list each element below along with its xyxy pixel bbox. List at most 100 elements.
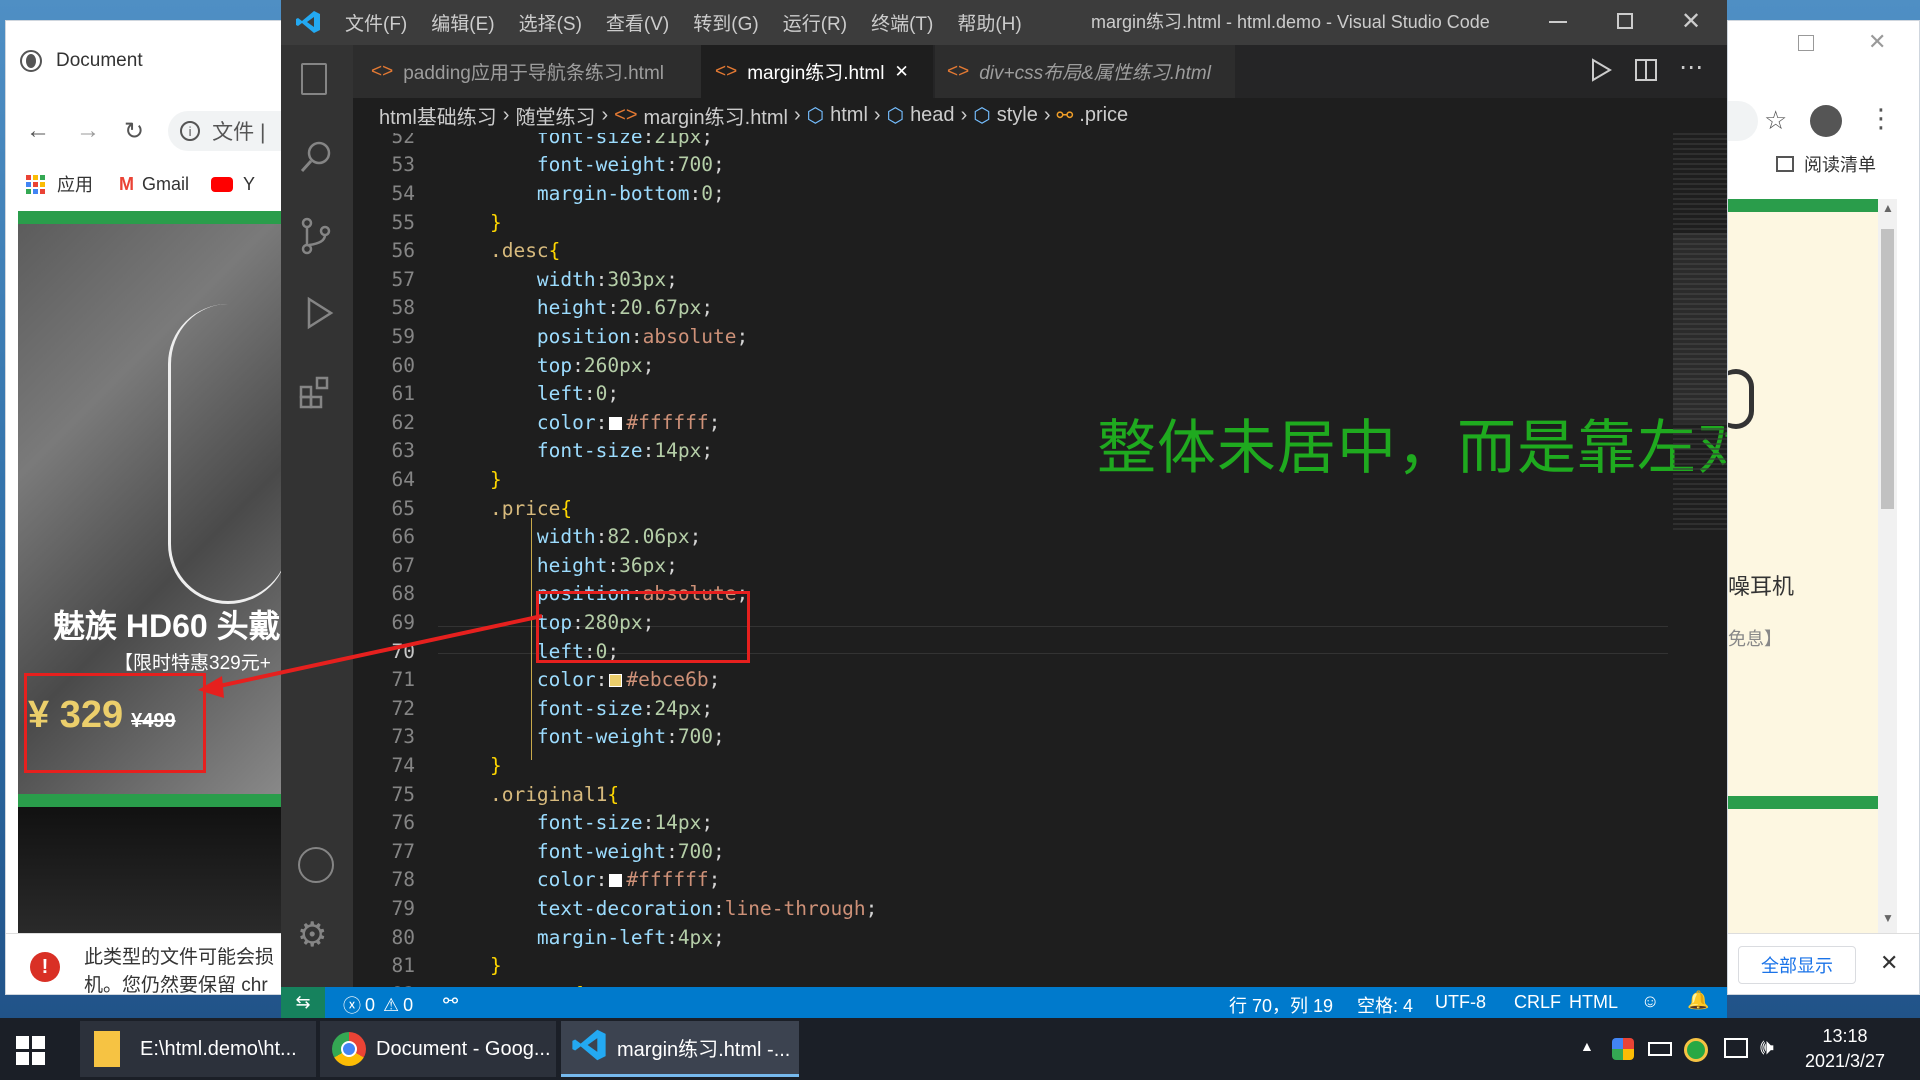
code-line[interactable]: 82 .......{: [353, 980, 1653, 987]
code-line[interactable]: 72 font-size:24px;: [353, 694, 1653, 723]
address-bar[interactable]: i 文件 |: [168, 111, 281, 151]
code-line[interactable]: 66 width:82.06px;: [353, 522, 1653, 551]
explorer-icon[interactable]: [301, 63, 327, 95]
live-share-icon[interactable]: ⚯: [443, 991, 458, 1012]
back-icon[interactable]: ←: [26, 117, 50, 145]
breadcrumb-head[interactable]: head: [910, 104, 955, 127]
tray-chevron-up-icon[interactable]: ▲: [1580, 1038, 1594, 1054]
minimize-icon[interactable]: [1549, 21, 1567, 23]
minimap-slider[interactable]: [1673, 233, 1727, 423]
volume-icon[interactable]: 🕪: [1760, 1034, 1774, 1060]
star-icon[interactable]: ☆: [1764, 105, 1787, 136]
close-window-icon[interactable]: ✕: [1868, 29, 1886, 55]
code-line[interactable]: 71 color: #ebce6b;: [353, 665, 1653, 694]
indentation[interactable]: 空格: 4: [1357, 992, 1413, 1018]
code-line[interactable]: 58 height:20.67px;: [353, 294, 1653, 323]
code-line[interactable]: 80 margin-left:4px;: [353, 923, 1653, 952]
tab-margin-file[interactable]: <> margin练习.html ✕: [701, 45, 933, 98]
code-line[interactable]: 59 position:absolute;: [353, 322, 1653, 351]
profile-icon[interactable]: [1810, 105, 1842, 137]
split-editor-icon[interactable]: [1635, 59, 1657, 81]
scroll-down-icon[interactable]: ▼: [1882, 911, 1894, 925]
maximize-icon[interactable]: [1617, 13, 1633, 29]
tab-padding-file[interactable]: <> padding应用于导航条练习.html: [353, 45, 701, 98]
menu-file[interactable]: 文件(F): [345, 9, 407, 36]
menu-run[interactable]: 运行(R): [783, 9, 847, 36]
code-line[interactable]: 60 top:260px;: [353, 351, 1653, 380]
search-icon[interactable]: [299, 140, 333, 179]
code-line[interactable]: 74 }: [353, 751, 1653, 780]
scrollbar-thumb[interactable]: [1881, 229, 1894, 509]
tab-div-css-file[interactable]: <> div+css布局&属性练习.html: [935, 45, 1235, 98]
problems-indicator[interactable]: ⓧ 0 ⚠ 0: [343, 992, 413, 1018]
settings-gear-icon[interactable]: ⚙: [297, 915, 327, 955]
run-icon[interactable]: [1589, 57, 1613, 88]
bookmark-apps[interactable]: 应用: [57, 171, 93, 197]
breadcrumb-file[interactable]: margin练习.html: [644, 101, 788, 130]
source-control-icon[interactable]: [299, 217, 333, 260]
taskbar-chrome[interactable]: Document - Goog...: [320, 1021, 556, 1077]
notifications-icon[interactable]: 🔔: [1687, 990, 1709, 1011]
menu-icon[interactable]: ⋮: [1868, 103, 1894, 134]
forward-icon[interactable]: →: [76, 117, 100, 145]
code-line[interactable]: 73 font-weight:700;: [353, 723, 1653, 752]
scrollbar[interactable]: ▲ ▼: [1878, 199, 1897, 933]
code-line[interactable]: 56 .desc{: [353, 236, 1653, 265]
close-icon[interactable]: ✕: [1681, 7, 1701, 36]
accounts-icon[interactable]: [298, 847, 334, 883]
menu-view[interactable]: 查看(V): [606, 9, 669, 36]
close-download-bar-icon[interactable]: ✕: [1880, 950, 1898, 976]
breadcrumb-folder1[interactable]: html基础练习: [379, 101, 497, 130]
breadcrumb-style[interactable]: style: [997, 104, 1038, 127]
code-line[interactable]: 79 text-decoration:line-through;: [353, 894, 1653, 923]
run-debug-icon[interactable]: [299, 295, 335, 336]
menu-help[interactable]: 帮助(H): [957, 9, 1021, 36]
minimap[interactable]: [1673, 133, 1727, 533]
code-line[interactable]: 57 width:303px;: [353, 265, 1653, 294]
reload-icon[interactable]: ↻: [124, 117, 144, 146]
clock[interactable]: 13:18 2021/3/27: [1790, 1024, 1900, 1074]
windows-start-icon[interactable]: [16, 1036, 45, 1065]
taskbar-vscode[interactable]: margin练习.html -...: [561, 1021, 799, 1077]
tray-app-icon[interactable]: [1612, 1038, 1634, 1060]
chrome-tab[interactable]: Document: [20, 43, 280, 79]
menu-terminal[interactable]: 终端(T): [871, 9, 933, 36]
feedback-icon[interactable]: ☺: [1641, 991, 1659, 1012]
language-mode[interactable]: HTML: [1569, 992, 1618, 1013]
battery-icon[interactable]: [1648, 1042, 1672, 1056]
code-line[interactable]: 53 font-weight:700;: [353, 151, 1653, 180]
taskbar-explorer[interactable]: E:\html.demo\ht...: [80, 1021, 316, 1077]
extensions-icon[interactable]: [299, 375, 335, 416]
apps-icon[interactable]: [26, 174, 45, 194]
code-line[interactable]: 75 .original1{: [353, 780, 1653, 809]
line-ending[interactable]: CRLF: [1514, 992, 1561, 1013]
menu-edit[interactable]: 编辑(E): [431, 9, 494, 36]
tray-app2-icon[interactable]: [1684, 1038, 1708, 1062]
maximize-icon[interactable]: [1798, 35, 1814, 51]
scroll-up-icon[interactable]: ▲: [1882, 201, 1894, 215]
reading-list[interactable]: 阅读清单: [1776, 151, 1876, 177]
menu-go[interactable]: 转到(G): [693, 9, 758, 36]
breadcrumb-folder2[interactable]: 随堂练习: [515, 101, 595, 130]
bookmark-gmail[interactable]: Gmail: [142, 174, 189, 195]
code-line[interactable]: 81 }: [353, 951, 1653, 980]
menu-selection[interactable]: 选择(S): [519, 9, 582, 36]
code-line[interactable]: 76 font-size:14px;: [353, 808, 1653, 837]
code-line[interactable]: 54 margin-bottom:0;: [353, 179, 1653, 208]
address-bar-end[interactable]: [1728, 101, 1758, 141]
breadcrumb-html[interactable]: html: [830, 104, 868, 127]
close-tab-icon[interactable]: ✕: [894, 62, 908, 82]
code-line[interactable]: 67 height:36px;: [353, 551, 1653, 580]
remote-icon[interactable]: ⇆: [281, 987, 325, 1018]
code-line[interactable]: 65 .price{: [353, 494, 1653, 523]
code-line[interactable]: 77 font-weight:700;: [353, 837, 1653, 866]
encoding[interactable]: UTF-8: [1435, 992, 1486, 1013]
show-all-button[interactable]: 全部显示: [1738, 946, 1856, 984]
more-actions-icon[interactable]: ⋯: [1679, 53, 1703, 82]
code-line[interactable]: 78 color: #ffffff;: [353, 866, 1653, 895]
code-line[interactable]: 52 font-size:21px;: [353, 133, 1653, 151]
code-editor[interactable]: 52 font-size:21px; 53 font-weight:700; 54 …: [353, 133, 1727, 987]
cursor-position[interactable]: 行 70，列 19: [1229, 992, 1333, 1018]
code-line[interactable]: 55 }: [353, 208, 1653, 237]
breadcrumb-price[interactable]: .price: [1079, 104, 1128, 127]
